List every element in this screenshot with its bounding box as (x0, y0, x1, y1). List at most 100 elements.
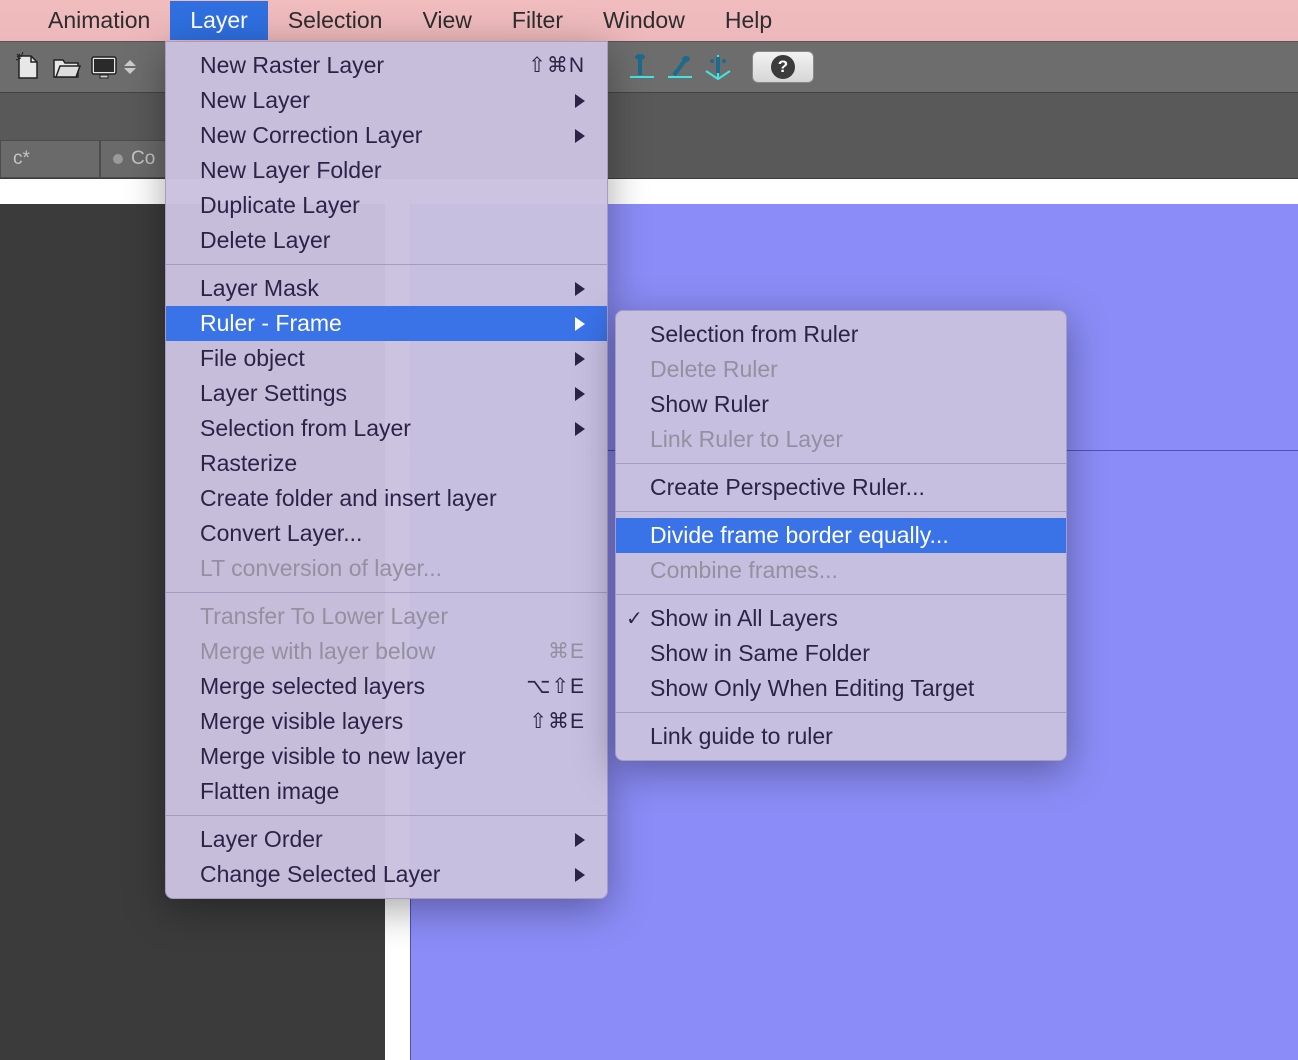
menu-item[interactable]: Rasterize (166, 446, 607, 481)
open-file-icon[interactable] (48, 49, 84, 85)
submenu-arrow-icon (575, 868, 585, 882)
tool-icon-2[interactable] (662, 49, 698, 85)
shortcut: ⇧⌘N (528, 53, 585, 78)
tab-document-1[interactable]: Co (100, 140, 168, 178)
menu-help[interactable]: Help (705, 1, 792, 40)
menu-label: Layer Mask (200, 275, 319, 302)
new-file-icon[interactable] (10, 49, 46, 85)
menu-label: Ruler - Frame (200, 310, 342, 337)
menu-label: Show in Same Folder (650, 640, 870, 667)
menu-item: Transfer To Lower Layer (166, 599, 607, 634)
menu-item[interactable]: Merge selected layers⌥⇧E (166, 669, 607, 704)
menu-label: Layer Order (200, 826, 323, 853)
menu-window[interactable]: Window (583, 1, 705, 40)
shortcut: ⇧⌘E (529, 709, 585, 734)
menu-view[interactable]: View (402, 1, 491, 40)
menu-label: New Layer Folder (200, 157, 382, 184)
stepper[interactable] (124, 49, 142, 85)
menu-animation[interactable]: Animation (28, 1, 170, 40)
menu-item[interactable]: Delete Layer (166, 223, 607, 258)
menu-item[interactable]: Merge visible layers ⇧⌘E (166, 704, 607, 739)
menu-label: Layer Settings (200, 380, 347, 407)
menu-label: Merge visible layers (200, 708, 403, 735)
shortcut: ⌘E (548, 639, 585, 664)
submenu-arrow-icon (575, 352, 585, 366)
screen-icon[interactable] (86, 49, 122, 85)
menu-label: Delete Ruler (650, 356, 778, 383)
menu-label: Link guide to ruler (650, 723, 833, 750)
menu-item[interactable]: New Layer (166, 83, 607, 118)
separator (616, 594, 1066, 595)
menu-item[interactable]: Create folder and insert layer (166, 481, 607, 516)
menu-selection[interactable]: Selection (268, 1, 403, 40)
submenu-arrow-icon (575, 282, 585, 296)
menu-label: Combine frames... (650, 557, 838, 584)
separator (616, 712, 1066, 713)
menu-label: Rasterize (200, 450, 297, 477)
menu-item[interactable]: Layer Order (166, 822, 607, 857)
menu-label: Duplicate Layer (200, 192, 360, 219)
ruler-frame-submenu: Selection from Ruler Delete Ruler Show R… (615, 310, 1067, 761)
menu-item[interactable]: File object (166, 341, 607, 376)
chevron-down-icon[interactable] (124, 68, 136, 74)
menu-item[interactable]: Link guide to ruler (616, 719, 1066, 754)
menu-item[interactable]: Flatten image (166, 774, 607, 809)
menu-item: Combine frames... (616, 553, 1066, 588)
separator (616, 463, 1066, 464)
menu-item[interactable]: Duplicate Layer (166, 188, 607, 223)
menu-item[interactable]: Layer Settings (166, 376, 607, 411)
menu-item-ruler-frame[interactable]: Ruler - Frame (166, 306, 607, 341)
menu-filter[interactable]: Filter (492, 1, 583, 40)
menu-label: Merge with layer below (200, 638, 435, 665)
tool-icon-1[interactable] (624, 49, 660, 85)
submenu-arrow-icon (575, 317, 585, 331)
menu-label: Change Selected Layer (200, 861, 440, 888)
help-button[interactable]: ? (752, 51, 814, 83)
menu-layer[interactable]: Layer (170, 1, 268, 40)
menu-label: Convert Layer... (200, 520, 362, 547)
menu-item[interactable]: Convert Layer... (166, 516, 607, 551)
menu-item[interactable]: Show Ruler (616, 387, 1066, 422)
menu-item[interactable]: Show in Same Folder (616, 636, 1066, 671)
menu-item[interactable]: Create Perspective Ruler... (616, 470, 1066, 505)
layer-menu: New Raster Layer ⇧⌘N New Layer New Correc… (165, 41, 608, 899)
menu-label: Show Only When Editing Target (650, 675, 974, 702)
submenu-arrow-icon (575, 833, 585, 847)
menu-item[interactable]: New Correction Layer (166, 118, 607, 153)
submenu-arrow-icon (575, 94, 585, 108)
tab-document-0[interactable]: c* (0, 140, 100, 178)
menu-item[interactable]: Merge visible to new layer (166, 739, 607, 774)
tool-icon-3[interactable] (700, 49, 736, 85)
menu-label: Selection from Ruler (650, 321, 858, 348)
submenu-arrow-icon (575, 387, 585, 401)
tab-label: Co (131, 148, 155, 170)
menu-item: Delete Ruler (616, 352, 1066, 387)
menu-label: New Raster Layer (200, 52, 384, 79)
menu-label: LT conversion of layer... (200, 555, 442, 582)
chevron-up-icon[interactable] (124, 60, 136, 66)
separator (166, 815, 607, 816)
menu-item[interactable]: Selection from Ruler (616, 317, 1066, 352)
shortcut: ⌥⇧E (526, 674, 585, 699)
menu-item: Merge with layer below ⌘E (166, 634, 607, 669)
menu-item: LT conversion of layer... (166, 551, 607, 586)
menu-item[interactable]: New Raster Layer ⇧⌘N (166, 48, 607, 83)
menu-item[interactable]: Layer Mask (166, 271, 607, 306)
menu-label: Transfer To Lower Layer (200, 603, 448, 630)
menu-item[interactable]: Selection from Layer (166, 411, 607, 446)
menu-label: Merge visible to new layer (200, 743, 466, 770)
question-icon: ? (771, 55, 795, 79)
menu-label: Create Perspective Ruler... (650, 474, 925, 501)
menu-item[interactable]: ✓Show in All Layers (616, 601, 1066, 636)
separator (166, 264, 607, 265)
menu-label: Create folder and insert layer (200, 485, 497, 512)
menu-item[interactable]: Change Selected Layer (166, 857, 607, 892)
menu-item-divide-frame[interactable]: Divide frame border equally... (616, 518, 1066, 553)
menu-item[interactable]: New Layer Folder (166, 153, 607, 188)
menu-label: Show in All Layers (650, 605, 838, 632)
submenu-arrow-icon (575, 422, 585, 436)
modified-dot-icon (113, 154, 123, 164)
menu-item[interactable]: Show Only When Editing Target (616, 671, 1066, 706)
separator (616, 511, 1066, 512)
submenu-arrow-icon (575, 129, 585, 143)
